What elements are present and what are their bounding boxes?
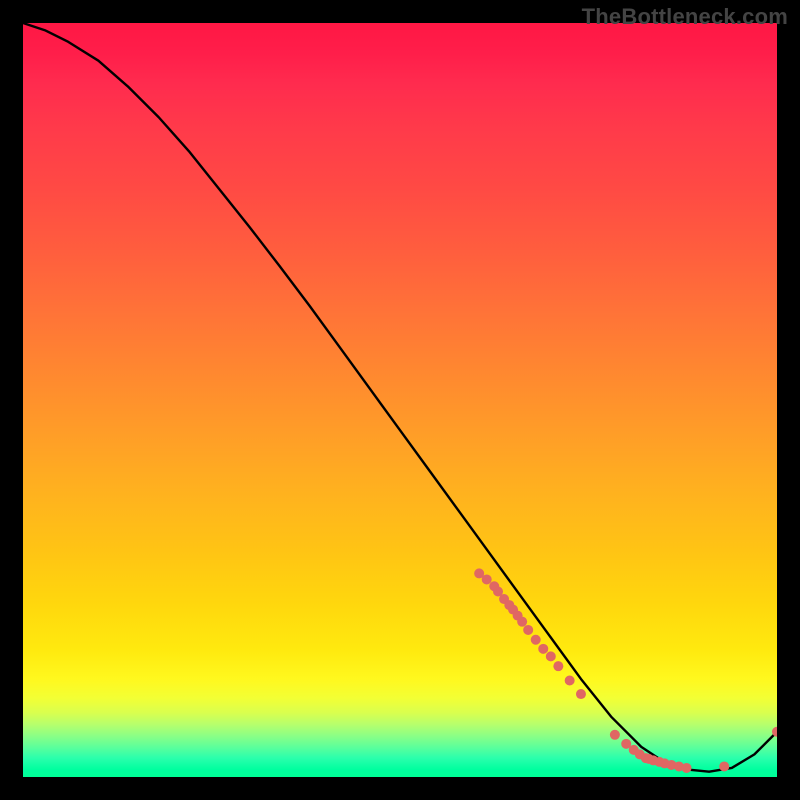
- marker-point: [523, 625, 533, 635]
- marker-point: [576, 689, 586, 699]
- chart-overlay: [23, 23, 777, 777]
- curve-line: [23, 23, 777, 772]
- marker-point: [517, 617, 527, 627]
- chart-stage: TheBottleneck.com: [0, 0, 800, 800]
- marker-point: [682, 763, 692, 773]
- marker-points: [474, 568, 777, 773]
- plot-area: [23, 23, 777, 777]
- marker-point: [538, 644, 548, 654]
- watermark-text: TheBottleneck.com: [582, 4, 788, 30]
- marker-point: [610, 730, 620, 740]
- marker-point: [553, 661, 563, 671]
- marker-point: [546, 651, 556, 661]
- marker-point: [565, 675, 575, 685]
- marker-point: [531, 635, 541, 645]
- marker-point: [719, 761, 729, 771]
- marker-point: [482, 574, 492, 584]
